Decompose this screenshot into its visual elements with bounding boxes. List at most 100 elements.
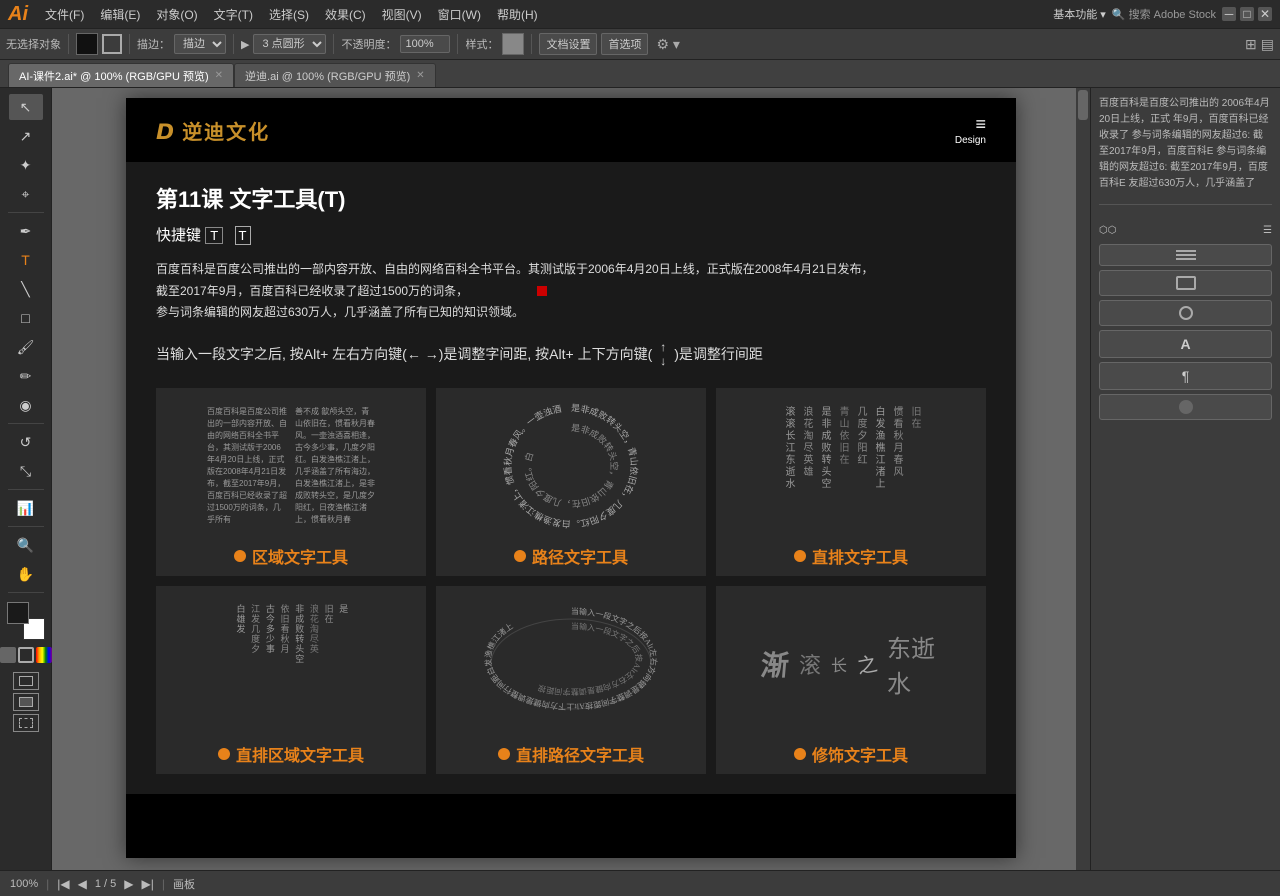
v-area-col3: 古今多少事 (263, 604, 275, 654)
panel-text-a-btn[interactable]: A (1099, 330, 1272, 358)
canvas-scrollbar[interactable] (1076, 88, 1090, 870)
tab-2[interactable]: 逆迪.ai @ 100% (RGB/GPU 预览) ✕ (234, 63, 436, 87)
vertical-text-columns: 滚滚长江东逝水 浪花淘尽英雄 是非成败转头空 青山依旧在 几度夕阳红 白发渔樵江… (781, 406, 921, 526)
v-area-col5: 非成败转头空 (293, 604, 305, 664)
opacity-label: 不透明度： (341, 36, 396, 52)
draw-behind-icon[interactable] (13, 693, 39, 711)
deco-char5: 东逝水 (887, 629, 941, 699)
panel-options-btn[interactable]: ☰ (1263, 225, 1272, 236)
decorative-text-name: 修饰文字工具 (812, 742, 908, 766)
panel-paragraph-btn[interactable]: ¶ (1099, 362, 1272, 390)
draw-normal-icon[interactable] (13, 672, 39, 690)
menu-object[interactable]: 对象(O) (149, 4, 204, 25)
point-shape-select[interactable]: 3 点圆形 (253, 34, 326, 54)
scale-tool[interactable]: ⤡ (9, 458, 43, 484)
v-area-col4: 依旧看秋月 (278, 604, 290, 654)
nav-next[interactable]: ▶ (124, 877, 133, 891)
brush-tool[interactable]: 🖌 (9, 334, 43, 360)
menu-help[interactable]: 帮助(H) (490, 4, 545, 25)
vertical-path-visual: 当输入一段文字之后按Alt左右方向键是调整字间距按Alt上下方向键是调整行间距白… (481, 604, 661, 724)
pen-tool[interactable]: ✒ (9, 218, 43, 244)
panel-circle2-btn[interactable] (1099, 394, 1272, 420)
fill-icon[interactable] (0, 647, 16, 663)
gradient-icon[interactable] (36, 647, 52, 663)
shortcut-line: 快捷键 T T (156, 224, 986, 245)
decorative-text-label: 修饰文字工具 (794, 742, 908, 766)
vertical-path-text-demo: 当输入一段文字之后按Alt左右方向键是调整字间距按Alt上下方向键是调整行间距白… (471, 594, 671, 734)
style-swatch[interactable] (502, 33, 524, 55)
canvas-area: ᴅ 逆迪文化 ≡ Design 第11课 文字工具(T) 快捷键 T T 百 (52, 88, 1090, 870)
close-button[interactable]: ✕ (1258, 7, 1272, 21)
menu-file[interactable]: 文件(F) (38, 4, 91, 25)
stroke-style-select[interactable]: 描边 (174, 34, 226, 54)
blob-brush-tool[interactable]: ◉ (9, 392, 43, 418)
line-tool[interactable]: ╲ (9, 276, 43, 302)
graph-tool[interactable]: 📊 (9, 495, 43, 521)
hand-tool[interactable]: ✋ (9, 561, 43, 587)
tab-1[interactable]: AI-课件2.ai* @ 100% (RGB/GPU 预览) ✕ (8, 63, 234, 87)
tab-1-label: AI-课件2.ai* @ 100% (RGB/GPU 预览) (19, 68, 209, 84)
point-shape-label: ▶ (241, 38, 249, 51)
doc-settings-button[interactable]: 文档设置 (539, 33, 597, 55)
tab-1-close[interactable]: ✕ (215, 70, 223, 81)
menu-bar-right: 基本功能 ▾ 🔍 搜索 Adobe Stock ─ □ ✕ (1053, 6, 1272, 22)
area-text-column2: 善不成 歙颅头空，青山依旧在，惯看秋月春风。一壶浊酒喜相逢，古今多少事，几度夕阳… (295, 406, 375, 526)
lasso-tool[interactable]: ⌖ (9, 181, 43, 207)
v-area-col7: 旧在 (322, 604, 334, 624)
panel-lines-btn[interactable] (1099, 244, 1272, 266)
stroke-color-swatch[interactable] (102, 34, 122, 54)
menu-view[interactable]: 视图(V) (375, 4, 429, 25)
stroke-label: 描边： (137, 36, 170, 52)
deco-char4: 之 (855, 648, 880, 680)
zoom-tool[interactable]: 🔍 (9, 532, 43, 558)
minimize-button[interactable]: ─ (1222, 7, 1236, 21)
maximize-button[interactable]: □ (1240, 7, 1254, 21)
circle-icon (1179, 306, 1193, 320)
nav-prev[interactable]: ◀ (78, 877, 87, 891)
preferences-button[interactable]: 首选项 (601, 33, 648, 55)
color-mode-icons (0, 647, 52, 663)
type-tool[interactable]: T (9, 247, 43, 273)
design-label: Design (955, 135, 986, 146)
logo-icon: ᴅ (156, 113, 174, 147)
color-selector[interactable] (7, 602, 45, 640)
direct-select-tool[interactable]: ↗ (9, 123, 43, 149)
v-area-col6: 浪花淘尽英 (307, 604, 319, 654)
fill-color-swatch[interactable] (76, 33, 98, 55)
menu-window[interactable]: 窗口(W) (431, 4, 488, 25)
menu-text[interactable]: 文字(T) (207, 4, 260, 25)
foreground-color-box[interactable] (7, 602, 29, 624)
magic-wand-tool[interactable]: ✦ (9, 152, 43, 178)
vertical-area-dot (218, 748, 230, 760)
stroke-icon[interactable] (18, 647, 34, 663)
panel-rect-btn[interactable] (1099, 270, 1272, 296)
vertical-text-name: 直排文字工具 (812, 544, 908, 568)
path-text-cell: 是非成败转头空，青山依旧在，几度夕阳红。白发渔樵江渚上，惯看秋月春风。一壶浊酒 … (436, 388, 706, 576)
pencil-tool[interactable]: ✏ (9, 363, 43, 389)
menu-edit[interactable]: 编辑(E) (93, 4, 147, 25)
vertical-col4: 青山依旧在 (835, 406, 849, 466)
menu-select[interactable]: 选择(S) (262, 4, 316, 25)
panel-circle-btn[interactable] (1099, 300, 1272, 326)
nav-prev-prev[interactable]: |◀ (57, 877, 69, 891)
vertical-area-columns: 白雄发 江发几度夕 古今多少事 依旧看秋月 非成败转头空 浪花淘尽英 旧在 是 (234, 604, 349, 724)
toolbar: 无选择对象 描边： 描边 ▶ 3 点圆形 不透明度： 样式： 文档设置 首选项 … (0, 28, 1280, 60)
panel-collapse-btn[interactable]: ⬡⬡ (1099, 225, 1116, 236)
tab-2-close[interactable]: ✕ (416, 70, 424, 81)
paragraph-icon: ¶ (1182, 368, 1190, 384)
rotate-tool[interactable]: ↺ (9, 429, 43, 455)
vertical-col8: 旧在 (907, 406, 921, 430)
left-tools-panel: ↖ ↗ ✦ ⌖ ✒ T ╲ □ 🖌 ✏ ◉ ↺ ⤡ 📊 🔍 ✋ (0, 88, 52, 870)
opacity-input[interactable] (400, 35, 450, 53)
zoom-level[interactable]: 100% (10, 878, 38, 890)
toolbar-separator-3 (233, 34, 234, 54)
deco-char3: 长 (831, 652, 847, 676)
canvas-scroll-thumb[interactable] (1078, 90, 1088, 120)
status-sep2: | (162, 877, 165, 891)
rect-tool[interactable]: □ (9, 305, 43, 331)
menu-effect[interactable]: 效果(C) (318, 4, 373, 25)
nav-next-next[interactable]: ▶| (142, 877, 154, 891)
draw-inside-icon[interactable] (13, 714, 39, 732)
vertical-arrow-icon: ↑ ↓ (660, 340, 666, 368)
select-tool[interactable]: ↖ (9, 94, 43, 120)
